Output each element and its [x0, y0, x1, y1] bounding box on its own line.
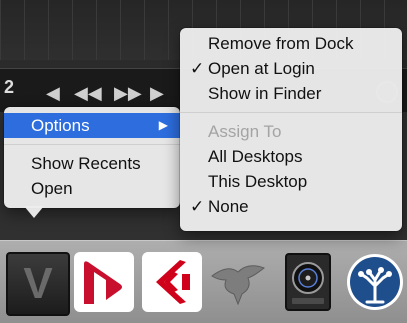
menu-item-open-label: Open: [31, 179, 73, 198]
menu-item-none[interactable]: ✓ None: [180, 194, 402, 219]
menu-item-show-recents[interactable]: Show Recents: [4, 151, 180, 176]
menu-pointer-arrow: [24, 206, 44, 218]
cubase-icon[interactable]: [142, 252, 202, 312]
dock: V: [0, 240, 407, 323]
menu-item-show-recents-label: Show Recents: [31, 154, 141, 173]
none-label: None: [208, 197, 249, 216]
menu-item-open[interactable]: Open: [4, 176, 180, 201]
menu-item-options-label: Options: [31, 116, 90, 135]
rewind-button[interactable]: ◀◀: [74, 83, 102, 104]
menu-separator: [4, 144, 180, 145]
menu-item-all-desktops[interactable]: All Desktops: [180, 144, 402, 169]
nuendo-logo: [84, 261, 122, 304]
logic-pro-logo: [285, 253, 331, 311]
cubase-logo: [156, 260, 190, 304]
assign-to-header-label: Assign To: [208, 122, 282, 141]
all-desktops-label: All Desktops: [208, 147, 303, 166]
previous-marker-button[interactable]: ◀: [46, 83, 60, 104]
menu-item-options[interactable]: Options ▶: [4, 113, 180, 138]
checkmark-icon: ✓: [190, 59, 205, 78]
show-in-finder-label: Show in Finder: [208, 84, 322, 103]
menu-item-remove-from-dock[interactable]: Remove from Dock: [180, 31, 402, 56]
open-at-login-label: Open at Login: [208, 59, 315, 78]
checkmark-icon: ✓: [190, 197, 205, 216]
next-marker-button[interactable]: ▶: [150, 83, 164, 104]
submenu-arrow-icon: ▶: [158, 118, 168, 132]
menu-item-this-desktop[interactable]: This Desktop: [180, 169, 402, 194]
bird-logo: [211, 265, 265, 306]
menu-item-show-in-finder[interactable]: Show in Finder: [180, 81, 402, 106]
bird-app-icon[interactable]: [208, 252, 268, 312]
options-submenu: Remove from Dock ✓ Open at Login Show in…: [180, 28, 402, 231]
v-app-letter: V: [23, 259, 53, 308]
fast-forward-button[interactable]: ▶▶: [114, 83, 142, 104]
assign-to-header: Assign To: [180, 119, 402, 144]
logic-pro-icon[interactable]: [278, 252, 338, 312]
sourcetree-icon[interactable]: [345, 252, 405, 312]
v-app-icon[interactable]: V: [6, 252, 70, 316]
dock-context-menu: Options ▶ Show Recents Open: [4, 107, 180, 208]
sourcetree-logo: [347, 254, 403, 310]
menu-item-open-at-login[interactable]: ✓ Open at Login: [180, 56, 402, 81]
transport-counter: 2: [4, 77, 15, 97]
nuendo-icon[interactable]: [74, 252, 134, 312]
menu-separator: [180, 112, 402, 113]
this-desktop-label: This Desktop: [208, 172, 308, 191]
remove-from-dock-label: Remove from Dock: [208, 34, 354, 53]
